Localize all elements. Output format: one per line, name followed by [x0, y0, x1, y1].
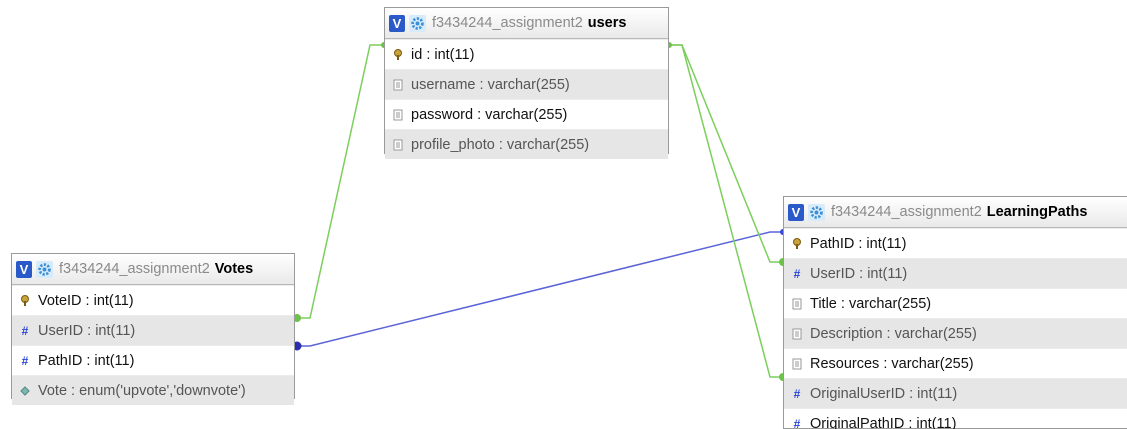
table-header[interactable]: V f3434244_assignment2 users [385, 8, 668, 39]
column-row[interactable]: # OriginalPathID : int(11) [784, 408, 1127, 429]
gear-icon[interactable] [36, 260, 53, 278]
relation-votes-userid-users-id[interactable] [297, 44, 384, 319]
toggle-v-icon[interactable]: V [788, 203, 804, 221]
text-column-icon [790, 358, 804, 370]
text-column-icon [790, 328, 804, 340]
table-name: LearningPaths [986, 204, 1088, 220]
column-row[interactable]: VoteID : int(11) [12, 285, 294, 315]
numeric-column-icon: # [793, 416, 801, 429]
column-label: UserID : int(11) [38, 322, 136, 339]
toggle-v-icon[interactable]: V [16, 260, 32, 278]
numeric-column-icon: # [21, 353, 29, 368]
column-label: Vote : enum('upvote','downvote') [38, 382, 246, 399]
column-label: Description : varchar(255) [810, 325, 977, 342]
primary-key-icon [790, 237, 804, 250]
column-label: OriginalUserID : int(11) [810, 385, 958, 402]
column-label: profile_photo : varchar(255) [411, 136, 590, 153]
text-column-icon [391, 139, 405, 151]
column-row[interactable]: Title : varchar(255) [784, 288, 1127, 318]
numeric-column-icon: # [21, 323, 29, 338]
column-label: PathID : int(11) [810, 235, 907, 252]
toggle-v-icon[interactable]: V [389, 14, 405, 32]
designer-canvas: V f3434244_assignment2 users id : int(11… [0, 0, 1127, 429]
table-users[interactable]: V f3434244_assignment2 users id : int(11… [384, 7, 669, 159]
column-row[interactable]: profile_photo : varchar(255) [385, 129, 668, 159]
column-label: Title : varchar(255) [810, 295, 932, 312]
gear-icon[interactable] [409, 14, 426, 32]
table-header[interactable]: V f3434244_assignment2 LearningPaths [784, 197, 1127, 228]
column-row[interactable]: Resources : varchar(255) [784, 348, 1127, 378]
table-header[interactable]: V f3434244_assignment2 Votes [12, 254, 294, 285]
column-row[interactable]: username : varchar(255) [385, 69, 668, 99]
text-column-icon [790, 298, 804, 310]
column-label: OriginalPathID : int(11) [810, 415, 957, 429]
column-row[interactable]: Description : varchar(255) [784, 318, 1127, 348]
column-label: username : varchar(255) [411, 76, 570, 93]
column-row[interactable]: # UserID : int(11) [784, 258, 1127, 288]
primary-key-icon [18, 294, 32, 307]
column-row[interactable]: id : int(11) [385, 39, 668, 69]
column-label: PathID : int(11) [38, 352, 135, 369]
relation-learningpaths-originaluserid-users-id[interactable] [669, 44, 783, 378]
primary-key-icon [391, 48, 405, 61]
table-learningpaths[interactable]: V f3434244_assignment2 LearningPaths Pat… [783, 196, 1127, 429]
table-votes[interactable]: V f3434244_assignment2 Votes VoteID : in… [11, 253, 295, 405]
column-label: VoteID : int(11) [38, 292, 134, 309]
table-db-name: f3434244_assignment2 [831, 204, 982, 220]
column-row[interactable]: Vote : enum('upvote','downvote') [12, 375, 294, 405]
column-label: UserID : int(11) [810, 265, 908, 282]
enum-column-icon [18, 385, 32, 396]
relation-learningpaths-userid-users-id[interactable] [669, 44, 783, 263]
column-row[interactable]: # OriginalUserID : int(11) [784, 378, 1127, 408]
column-label: id : int(11) [411, 46, 475, 63]
numeric-column-icon: # [793, 266, 801, 281]
table-db-name: f3434244_assignment2 [59, 261, 210, 277]
column-row[interactable]: password : varchar(255) [385, 99, 668, 129]
column-row[interactable]: # UserID : int(11) [12, 315, 294, 345]
column-label: password : varchar(255) [411, 106, 568, 123]
column-row[interactable]: PathID : int(11) [784, 228, 1127, 258]
column-label: Resources : varchar(255) [810, 355, 974, 372]
column-row[interactable]: # PathID : int(11) [12, 345, 294, 375]
table-db-name: f3434244_assignment2 [432, 15, 583, 31]
gear-icon[interactable] [808, 203, 825, 221]
table-name: users [587, 15, 627, 31]
text-column-icon [391, 109, 405, 121]
numeric-column-icon: # [793, 386, 801, 401]
relation-votes-pathid-learningpaths-pathid[interactable] [297, 231, 783, 347]
table-name: Votes [214, 261, 254, 277]
text-column-icon [391, 79, 405, 91]
